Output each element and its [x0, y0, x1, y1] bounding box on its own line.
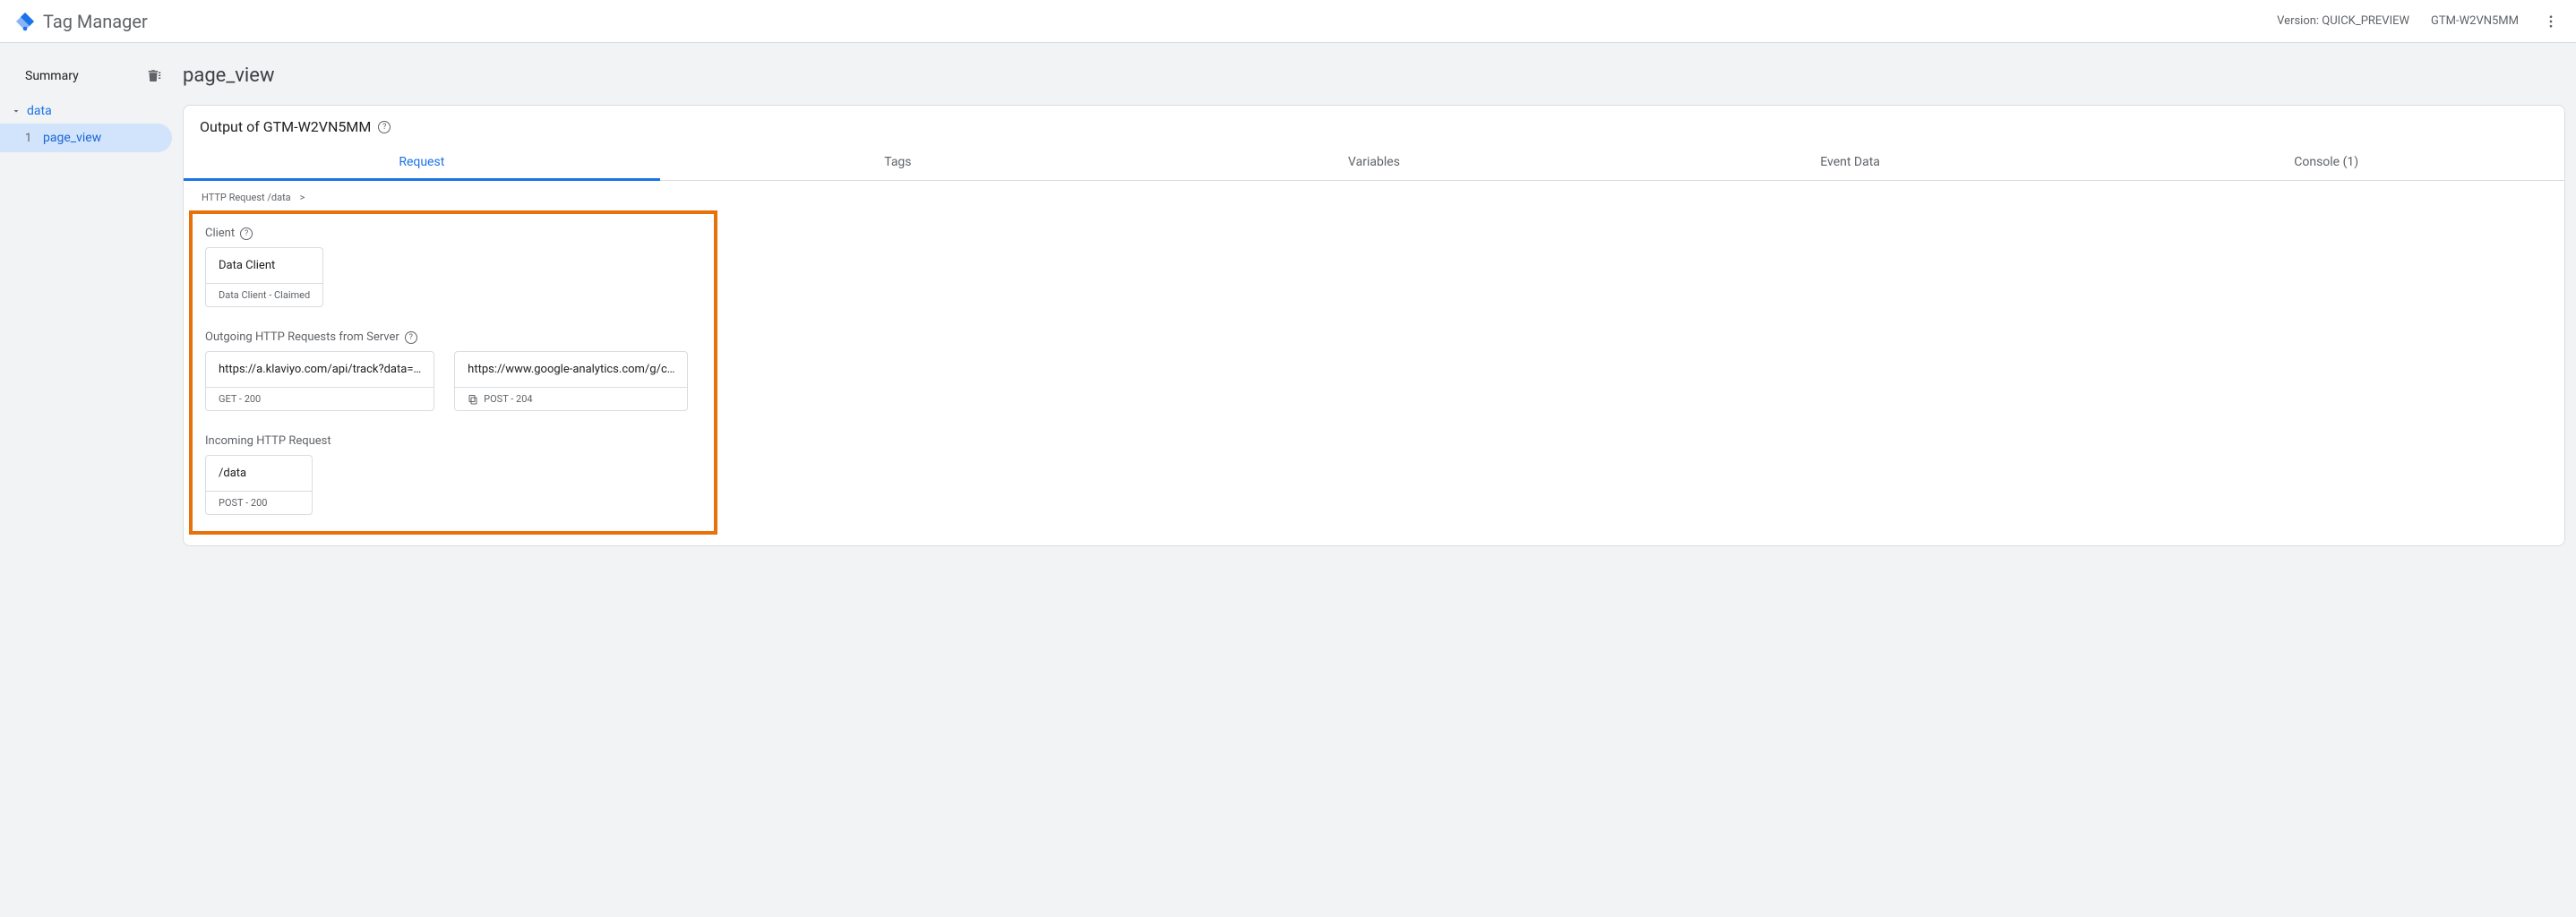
help-icon[interactable]: ? [240, 227, 253, 240]
outgoing-section-label: Outgoing HTTP Requests from Server ? [205, 330, 701, 344]
main-content: page_view Output of GTM-W2VN5MM ? Reques… [172, 43, 2576, 917]
outgoing-status: GET - 200 [206, 387, 434, 410]
breadcrumb-path[interactable]: HTTP Request /data [202, 192, 291, 203]
tab-console[interactable]: Console (1) [2088, 144, 2564, 180]
client-section-label: Client ? [205, 227, 701, 240]
tab-variables[interactable]: Variables [1136, 144, 1612, 180]
sidebar-item-num: 1 [25, 132, 32, 145]
tab-event-data[interactable]: Event Data [1612, 144, 2089, 180]
outgoing-status: POST - 204 [455, 387, 687, 410]
sidebar-item-page-view[interactable]: 1 page_view [0, 124, 172, 152]
clear-icon[interactable] [145, 68, 161, 84]
help-icon[interactable]: ? [405, 331, 417, 344]
more-vert-icon[interactable] [2540, 11, 2562, 32]
request-highlight-box: Client ? Data Client Data Client - Claim… [189, 210, 717, 535]
sidebar-summary-row[interactable]: Summary [0, 64, 172, 99]
page-title: page_view [183, 64, 2565, 87]
tab-request[interactable]: Request [184, 144, 660, 180]
body-wrap: Summary data 1 page_view page_view [0, 43, 2576, 917]
client-name: Data Client [206, 248, 322, 283]
client-status: Data Client - Claimed [206, 283, 322, 306]
version-label: Version: QUICK_PREVIEW [2277, 14, 2409, 28]
tabs: Request Tags Variables Event Data Consol… [184, 144, 2564, 181]
outgoing-url: https://www.google-analytics.com/g/c… [455, 352, 687, 387]
header-right: Version: QUICK_PREVIEW GTM-W2VN5MM [2277, 11, 2562, 32]
copy-icon [468, 394, 478, 405]
breadcrumb: HTTP Request /data > [184, 181, 2564, 210]
header-left: Tag Manager [14, 11, 148, 32]
outgoing-request-card[interactable]: https://www.google-analytics.com/g/c… PO… [454, 351, 688, 411]
sidebar-group-label: data [27, 104, 52, 118]
incoming-status: POST - 200 [206, 491, 312, 514]
summary-label: Summary [25, 69, 79, 83]
card-header: Output of GTM-W2VN5MM ? [184, 106, 2564, 135]
outgoing-requests-row: https://a.klaviyo.com/api/track?data=… G… [205, 351, 701, 415]
app-title: Tag Manager [43, 11, 148, 32]
client-card[interactable]: Data Client Data Client - Claimed [205, 247, 323, 307]
incoming-request-card[interactable]: /data POST - 200 [205, 455, 313, 515]
container-id-label: GTM-W2VN5MM [2431, 14, 2519, 28]
output-card: Output of GTM-W2VN5MM ? Request Tags Var… [183, 105, 2565, 546]
sidebar-item-label: page_view [43, 131, 101, 145]
incoming-path: /data [206, 456, 312, 491]
breadcrumb-sep: > [300, 192, 305, 203]
outgoing-request-card[interactable]: https://a.klaviyo.com/api/track?data=… G… [205, 351, 434, 411]
help-icon[interactable]: ? [378, 121, 391, 133]
outgoing-url: https://a.klaviyo.com/api/track?data=… [206, 352, 434, 387]
tag-manager-logo-icon [14, 11, 36, 32]
output-label: Output of GTM-W2VN5MM [200, 118, 371, 135]
chevron-down-icon [11, 106, 21, 116]
app-header: Tag Manager Version: QUICK_PREVIEW GTM-W… [0, 0, 2576, 43]
sidebar-group-data[interactable]: data [0, 99, 172, 124]
tab-tags[interactable]: Tags [660, 144, 1137, 180]
incoming-section-label: Incoming HTTP Request [205, 434, 701, 448]
sidebar: Summary data 1 page_view [0, 43, 172, 917]
